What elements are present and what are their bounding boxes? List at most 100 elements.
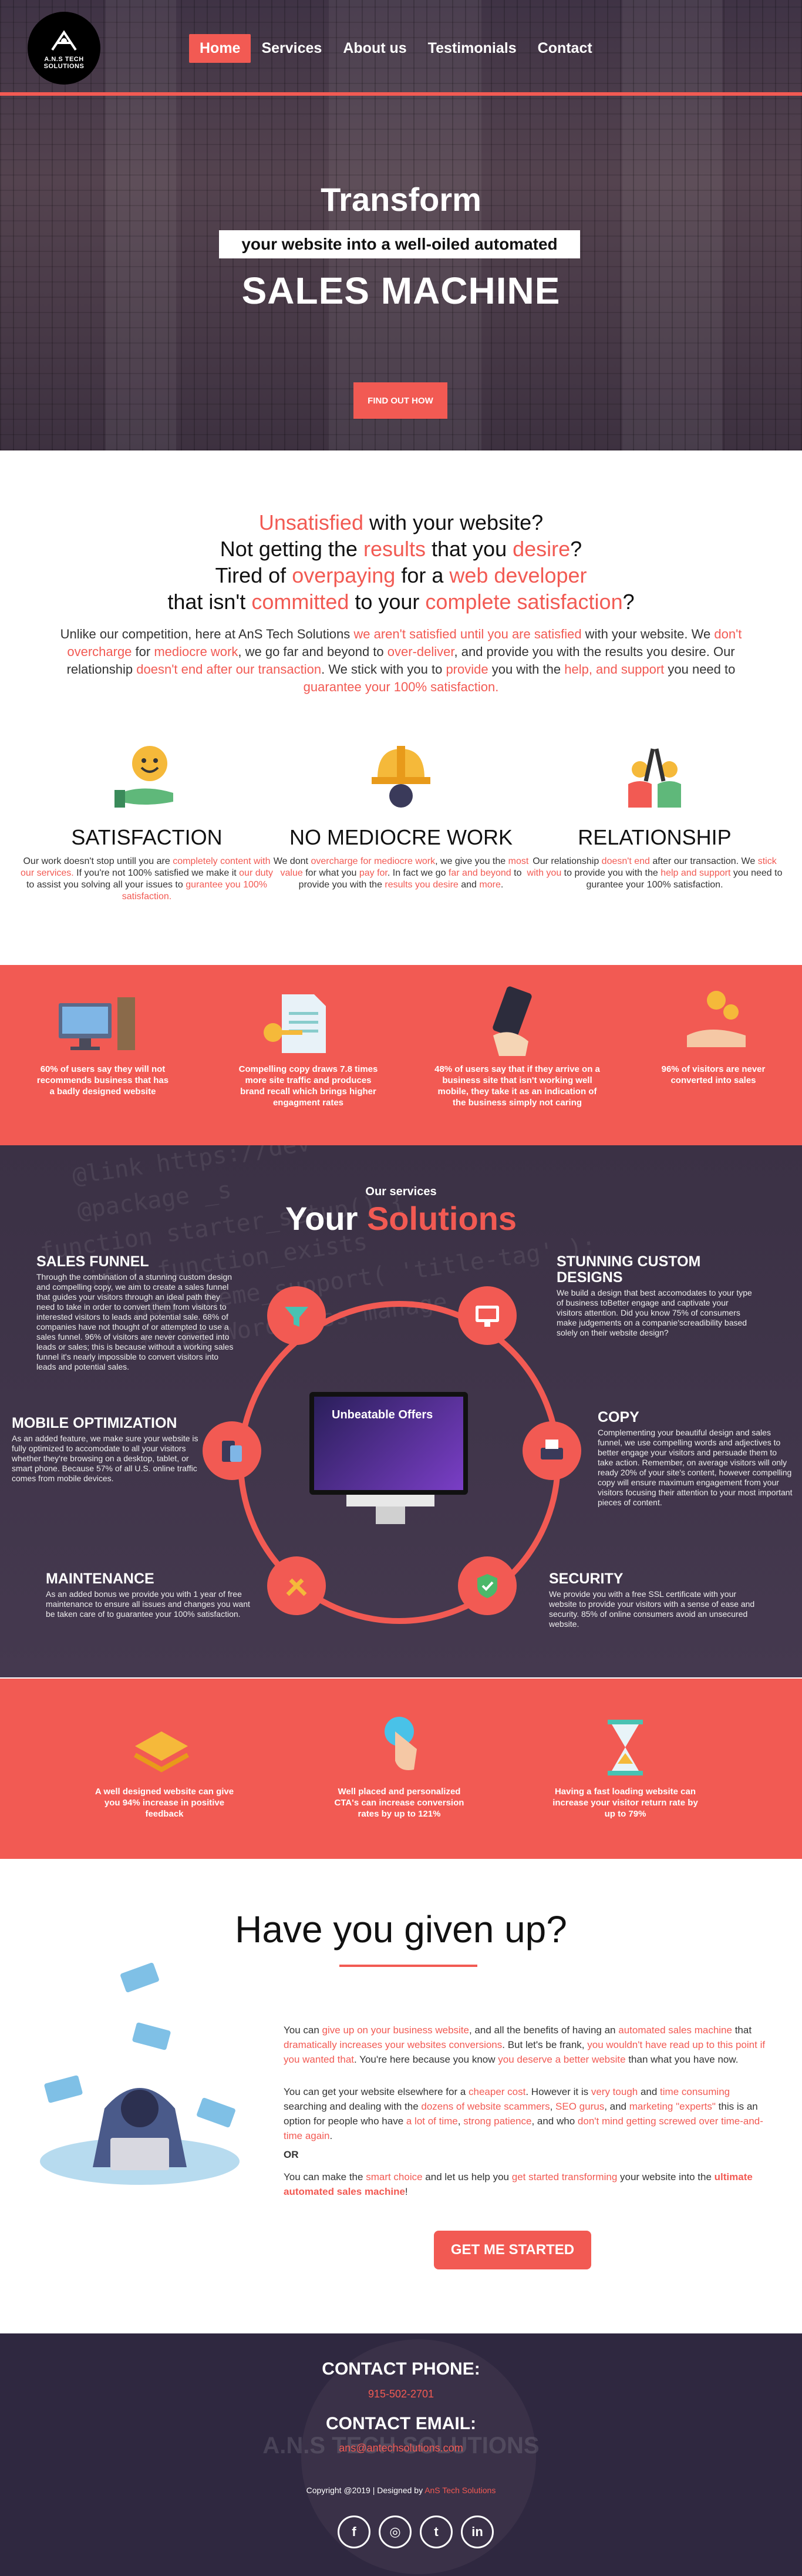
- linkedin-icon[interactable]: in: [461, 2516, 494, 2548]
- highlight: very tough: [591, 2086, 638, 2097]
- facebook-icon[interactable]: f: [338, 2516, 370, 2548]
- highlight: results you desire: [385, 880, 459, 890]
- get-me-started-button[interactable]: GET ME STARTED: [434, 2231, 591, 2269]
- phone-tablet-glyph: [222, 1441, 242, 1462]
- screen-text: Unbeatable Offers: [332, 1408, 433, 1421]
- highlight: overpaying: [292, 563, 396, 587]
- text: for a: [395, 563, 450, 587]
- highlight: more: [479, 880, 501, 890]
- highlight: complete satisfaction: [425, 590, 623, 614]
- contact-email[interactable]: ans@antechsolutions.com: [0, 2442, 802, 2454]
- text: that: [732, 2025, 752, 2036]
- highlight: we aren't satisfied until you are satisf…: [353, 627, 582, 641]
- highlight: overcharge for mediocre work: [311, 856, 436, 866]
- text: Our relationship: [533, 856, 602, 866]
- or-divider: OR: [284, 2149, 299, 2160]
- instagram-icon[interactable]: ◎: [379, 2516, 412, 2548]
- highlight: strong patience: [463, 2116, 532, 2127]
- text: with your website?: [363, 510, 544, 534]
- tools-glyph: [286, 1578, 307, 1596]
- stats-band-1: 60% of users say they will not recommend…: [0, 965, 802, 1145]
- text: Your: [285, 1200, 367, 1237]
- text: If you're not 100% satisfied we make it: [73, 868, 240, 878]
- highlight: automated sales machine: [618, 2025, 732, 2036]
- highlight: doesn't end after our transaction: [136, 662, 322, 677]
- highlight: time consuming: [660, 2086, 730, 2097]
- highlight: results: [363, 537, 426, 561]
- solutions-section: @link https://dev @package _s function s…: [0, 1145, 802, 1677]
- people-high-five-icon: [628, 748, 681, 808]
- twitter-icon[interactable]: t: [420, 2516, 453, 2548]
- nav-testimonials[interactable]: Testimonials: [417, 34, 527, 63]
- layers-icon: [134, 1731, 189, 1773]
- highlight: dozens of website scammers: [421, 2101, 550, 2112]
- contact-phone-label: CONTACT PHONE:: [322, 2359, 480, 2379]
- hero-section: A.N.S TECH SOLUTIONS Home Services About…: [0, 0, 802, 450]
- solutions-title: Your Solutions: [0, 1199, 802, 1237]
- stat-text: 48% of users say that if they arrive on …: [434, 1064, 600, 1108]
- funnel-glyph: [285, 1307, 308, 1327]
- given-up-paragraph-1: You can give up on your business website…: [284, 2023, 774, 2067]
- coins-hand-icon: [687, 991, 746, 1047]
- typewriter-glyph: [541, 1440, 563, 1459]
- stat-text: A well designed website can give you 94%…: [95, 1787, 234, 1819]
- contact-phone[interactable]: 915-502-2701: [0, 2388, 802, 2400]
- text: . We stick with you to: [321, 662, 446, 677]
- solution-text: Through the combination of a stunning cu…: [36, 1272, 234, 1371]
- copy-icon: [523, 1421, 581, 1480]
- funnel-icon: [267, 1286, 326, 1345]
- contact-email-label: CONTACT EMAIL:: [325, 2414, 477, 2433]
- logo-text: A.N.S TECH SOLUTIONS: [43, 56, 85, 70]
- monitor-illustration: Unbeatable Offers: [309, 1392, 468, 1495]
- solution-text: As an added feature, we make sure your w…: [12, 1434, 198, 1483]
- text: , and: [604, 2101, 629, 2112]
- security-icon: [458, 1556, 517, 1615]
- text: and: [638, 2086, 661, 2097]
- text: to your: [349, 590, 426, 614]
- highlight: far and beyond: [448, 868, 511, 878]
- hero-subtitle: your website into a well-oiled automated: [219, 230, 580, 258]
- given-up-paragraph-2: You can get your website elsewhere for a…: [284, 2084, 774, 2143]
- document-key-icon: [264, 994, 326, 1053]
- nav-services[interactable]: Services: [251, 34, 332, 63]
- nav-contact[interactable]: Contact: [527, 34, 603, 63]
- highlight: help, and support: [564, 662, 665, 677]
- stat-text: Well placed and personalized CTA's can i…: [334, 1787, 464, 1819]
- logo[interactable]: A.N.S TECH SOLUTIONS: [28, 12, 100, 85]
- text: for what you: [302, 868, 359, 878]
- text: . You're here because you know: [354, 2054, 498, 2065]
- highlight: marketing "experts": [629, 2101, 716, 2112]
- highlight: guarantee your 100% satisfaction.: [303, 680, 499, 694]
- highlight: a lot of time: [406, 2116, 458, 2127]
- designer-link[interactable]: AnS Tech Solutions: [424, 2486, 496, 2495]
- highlight: pay for: [359, 868, 387, 878]
- solution-text: We build a design that best accomodates …: [557, 1288, 752, 1337]
- text: ,: [457, 2116, 464, 2127]
- feature-text: Our relationship doesn't end after our t…: [525, 856, 784, 891]
- find-out-how-button[interactable]: FIND OUT HOW: [353, 382, 447, 419]
- highlight: doesn't end: [601, 856, 650, 866]
- solution-title: STUNNING CUSTOM DESIGNS: [557, 1253, 701, 1286]
- intro-paragraph: Unlike our competition, here at AnS Tech…: [48, 625, 755, 696]
- solution-title: SECURITY: [549, 1571, 624, 1587]
- text: , and who: [531, 2116, 578, 2127]
- text: ,: [550, 2101, 556, 2112]
- nav-about[interactable]: About us: [332, 34, 417, 63]
- monitor-screen: Unbeatable Offers: [314, 1397, 463, 1490]
- highlight: Unsatisfied: [258, 510, 363, 534]
- stat-text: 60% of users say they will not recommend…: [36, 1064, 169, 1097]
- text: . However it is: [525, 2086, 591, 2097]
- text: Tired of: [215, 563, 292, 587]
- highlight: get started transforming: [511, 2171, 618, 2182]
- nav-home[interactable]: Home: [189, 34, 251, 63]
- copyright: Copyright @2019 | Designed by AnS Tech S…: [0, 2486, 802, 2495]
- highlight: committed: [251, 590, 349, 614]
- click-hand-icon: [385, 1717, 417, 1770]
- logo-icon: [51, 30, 77, 51]
- mobile-icon: [203, 1421, 261, 1480]
- hero-headline: SALES MACHINE: [241, 270, 561, 312]
- header-divider: [0, 92, 802, 96]
- text: that isn't: [167, 590, 252, 614]
- highlight: cheaper cost: [469, 2086, 526, 2097]
- solution-title: MAINTENANCE: [46, 1571, 154, 1587]
